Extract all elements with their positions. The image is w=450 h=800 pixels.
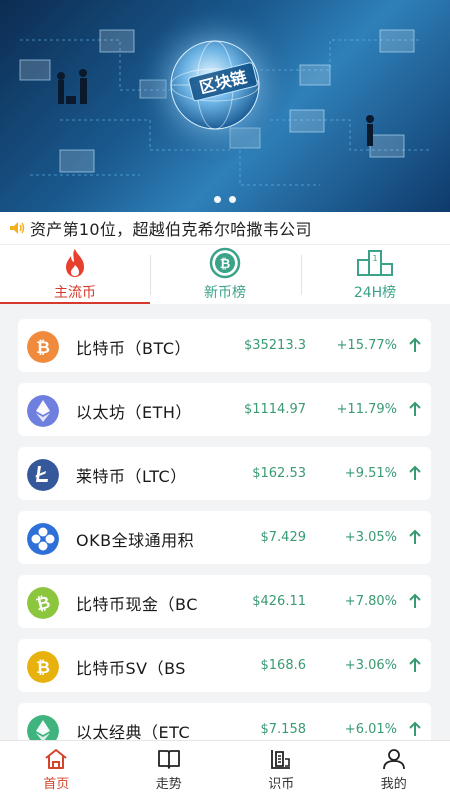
coin-change: +3.05% [344,530,397,545]
ethereum-icon [27,395,59,427]
coin-name: 莱特币（LTC） [76,467,187,486]
nav-label: 我的 [380,777,407,792]
carousel-indicator[interactable] [0,196,450,203]
tab-label: 主流币 [54,285,96,301]
flame-icon [66,249,84,277]
coin-row-bch[interactable]: ₿ 比特币现金（BC $426.11 +7.80% [18,575,431,628]
coin-change: +11.79% [336,402,397,417]
coin-row-ltc[interactable]: 莱特币（LTC） $162.53 +9.51% [18,447,431,500]
nav-profile[interactable]: 我的 [338,741,450,800]
arrow-up-icon [409,465,421,480]
carousel-dot[interactable] [229,196,236,203]
bitcoin-sv-icon: ₿ [27,651,59,683]
litecoin-icon [27,459,59,491]
okb-icon [27,523,59,555]
coin-change: +6.01% [344,722,397,737]
user-icon [382,749,405,770]
arrow-up-icon [409,401,421,416]
coin-list: ₿ 比特币（BTC） $35213.3 +15.77% 以太坊（ETH） $11… [18,319,431,767]
nav-home[interactable]: 首页 [0,741,113,800]
coin-info-icon [271,750,291,769]
tab-mainstream[interactable]: 主流币 [0,245,150,304]
nav-coin-info[interactable]: 识币 [225,741,338,800]
bottom-navigation: 首页 走势 识币 我的 [0,740,450,800]
coin-name: 比特币现金（BC [76,595,198,614]
coin-name: OKB全球通用积 [76,531,195,550]
nav-label: 首页 [43,777,70,792]
arrow-up-icon [409,721,421,736]
banner-image: 区块链 [19,5,430,186]
nav-trend[interactable]: 走势 [113,741,226,800]
svg-text:1: 1 [372,254,377,263]
coin-change: +15.77% [336,338,397,353]
news-ticker[interactable]: 资产第10位，超越伯克希尔哈撒韦公司 [0,212,450,244]
coin-row-eth[interactable]: 以太坊（ETH） $1114.97 +11.79% [18,383,431,436]
banner-carousel[interactable]: 区块链 [0,0,450,212]
coin-change: +7.80% [344,594,397,609]
svg-text:₿: ₿ [36,338,50,358]
coin-price: $7.429 [260,530,307,545]
speaker-icon [10,222,25,234]
home-icon [45,749,67,769]
tab-divider [150,255,151,295]
tab-label: 24H榜 [353,285,397,301]
tab-label: 新币榜 [204,285,246,301]
coin-change: +9.51% [344,466,397,481]
carousel-dot[interactable] [214,196,221,203]
bitcoin-circle-icon: ₿ [209,247,241,279]
svg-text:₿: ₿ [220,257,231,272]
category-tabs: 主流币 ₿ 新币榜 1 24H榜 [0,244,450,304]
tab-new-coins[interactable]: ₿ 新币榜 [150,245,300,304]
coin-row-bsv[interactable]: ₿ 比特币SV（BS $168.6 +3.06% [18,639,431,692]
coin-price: $168.6 [260,658,307,673]
bitcoin-icon: ₿ [27,331,59,363]
tab-divider [301,255,302,295]
podium-icon: 1 [357,250,393,276]
nav-label: 识币 [268,777,295,792]
coin-name: 以太坊（ETH） [76,403,192,422]
coin-name: 比特币（BTC） [76,339,191,358]
coin-price: $1114.97 [243,402,306,417]
app-screen: 区块链 资产第10位，超越伯克希尔哈撒韦公司 主流币 ₿ 新币榜 1 24H榜 … [0,0,450,800]
coin-price: $35213.3 [243,338,306,353]
arrow-up-icon [409,337,421,352]
coin-price: $7.158 [260,722,307,737]
coin-change: +3.06% [344,658,397,673]
tab-24h[interactable]: 1 24H榜 [300,245,450,304]
arrow-up-icon [409,593,421,608]
coin-price: $426.11 [252,594,306,609]
coin-row-btc[interactable]: ₿ 比特币（BTC） $35213.3 +15.77% [18,319,431,372]
coin-price: $162.53 [252,466,306,481]
coin-name: 比特币SV（BS [76,659,186,678]
bitcoin-cash-icon: ₿ [27,587,59,619]
arrow-up-icon [409,529,421,544]
nav-label: 走势 [155,777,182,792]
arrow-up-icon [409,657,421,672]
svg-text:₿: ₿ [36,658,50,678]
coin-row-okb[interactable]: OKB全球通用积 $7.429 +3.05% [18,511,431,564]
book-icon [157,750,180,769]
ticker-text: 资产第10位，超越伯克希尔哈撒韦公司 [30,220,312,239]
